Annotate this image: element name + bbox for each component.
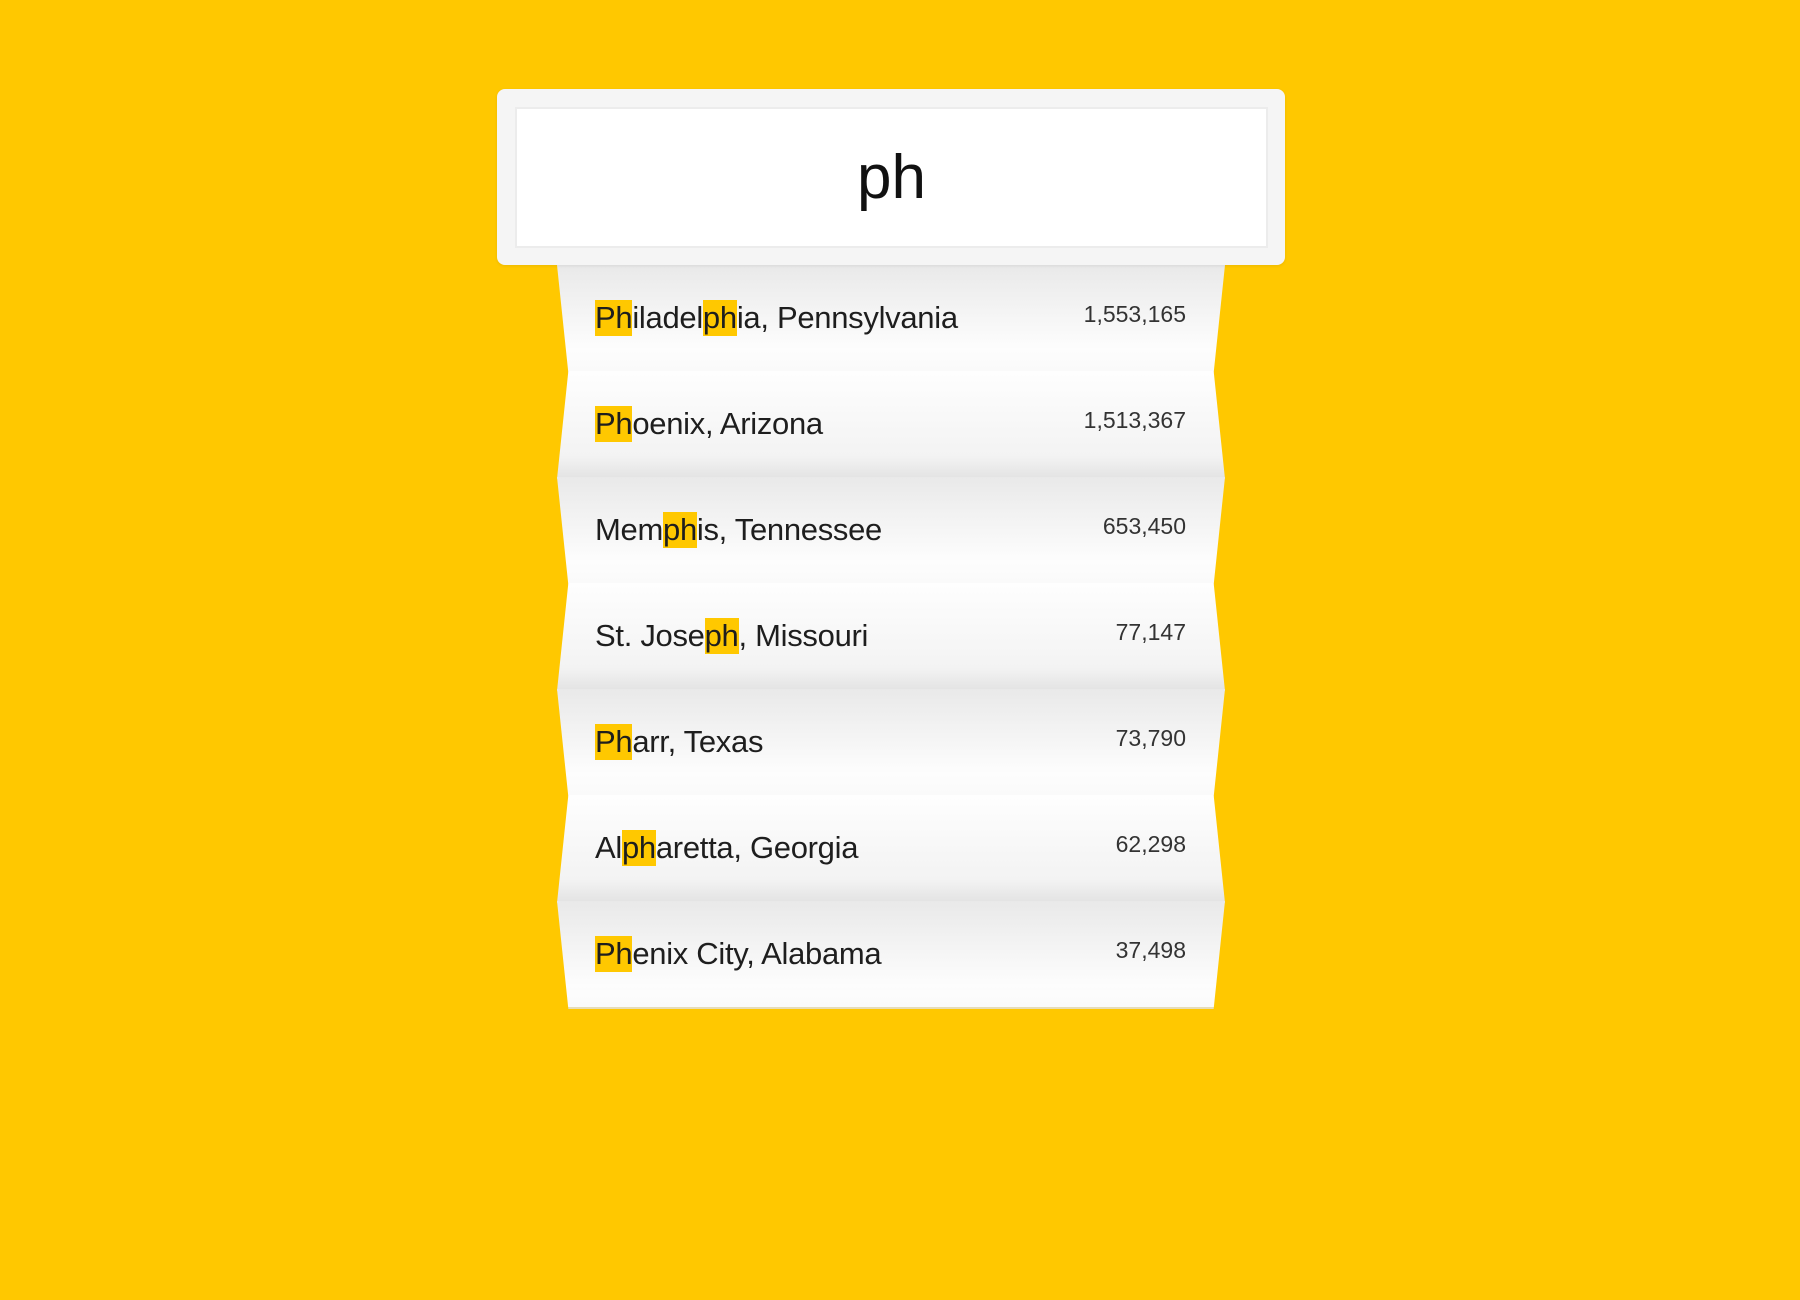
match-highlight: ph xyxy=(702,300,737,336)
match-highlight: Ph xyxy=(595,300,633,336)
result-population: 1,513,367 xyxy=(1083,406,1186,433)
result-row[interactable]: Ph oenix, Arizona 1,513,367 xyxy=(557,371,1225,479)
match-highlight: Ph xyxy=(595,724,633,760)
match-highlight: Ph xyxy=(595,406,633,442)
name-text: St. Jose xyxy=(595,618,705,653)
name-text: iladel xyxy=(632,300,703,335)
result-name: Ph enix City, Alabama xyxy=(595,901,882,1007)
result-population: 77,147 xyxy=(1115,618,1186,645)
result-row[interactable]: Al ph aretta, Georgia 62,298 xyxy=(557,795,1225,903)
name-text: Al xyxy=(595,830,622,865)
result-row[interactable]: Ph enix City, Alabama 37,498 xyxy=(557,901,1225,1009)
name-text: arr, Texas xyxy=(632,724,764,759)
result-row[interactable]: Ph arr, Texas 73,790 xyxy=(557,689,1225,797)
match-highlight: Ph xyxy=(595,936,633,972)
result-name: Ph arr, Texas xyxy=(595,689,763,795)
result-population: 37,498 xyxy=(1115,936,1186,963)
result-population: 62,298 xyxy=(1115,830,1186,857)
name-text: oenix, Arizona xyxy=(632,406,823,441)
result-name: Ph iladel ph ia, Pennsylvania xyxy=(595,265,958,371)
result-row[interactable]: Ph iladel ph ia, Pennsylvania 1,553,165 xyxy=(557,265,1225,373)
search-box xyxy=(497,89,1285,265)
result-name: Al ph aretta, Georgia xyxy=(595,795,858,901)
result-row[interactable]: St. Jose ph, Missouri 77,147 xyxy=(557,583,1225,691)
result-name: Mem ph is, Tennessee xyxy=(595,477,882,583)
result-population: 73,790 xyxy=(1115,724,1186,751)
name-text: aretta, Georgia xyxy=(655,830,859,865)
match-highlight: ph xyxy=(621,830,656,866)
search-input[interactable] xyxy=(515,107,1268,248)
result-population: 653,450 xyxy=(1102,512,1186,539)
result-population: 1,553,165 xyxy=(1083,300,1186,327)
match-highlight: ph xyxy=(704,618,739,654)
match-highlight: ph xyxy=(663,512,697,548)
name-text: , Missouri xyxy=(738,618,869,653)
name-text: enix City, Alabama xyxy=(632,936,882,971)
result-row[interactable]: Mem ph is, Tennessee 653,450 xyxy=(557,477,1225,585)
result-name: Ph oenix, Arizona xyxy=(595,371,823,477)
name-text: is, Tennessee xyxy=(696,512,882,547)
name-text: ia, Pennsylvania xyxy=(736,300,958,335)
result-name: St. Jose ph, Missouri xyxy=(595,583,868,689)
name-text: Mem xyxy=(595,512,663,547)
